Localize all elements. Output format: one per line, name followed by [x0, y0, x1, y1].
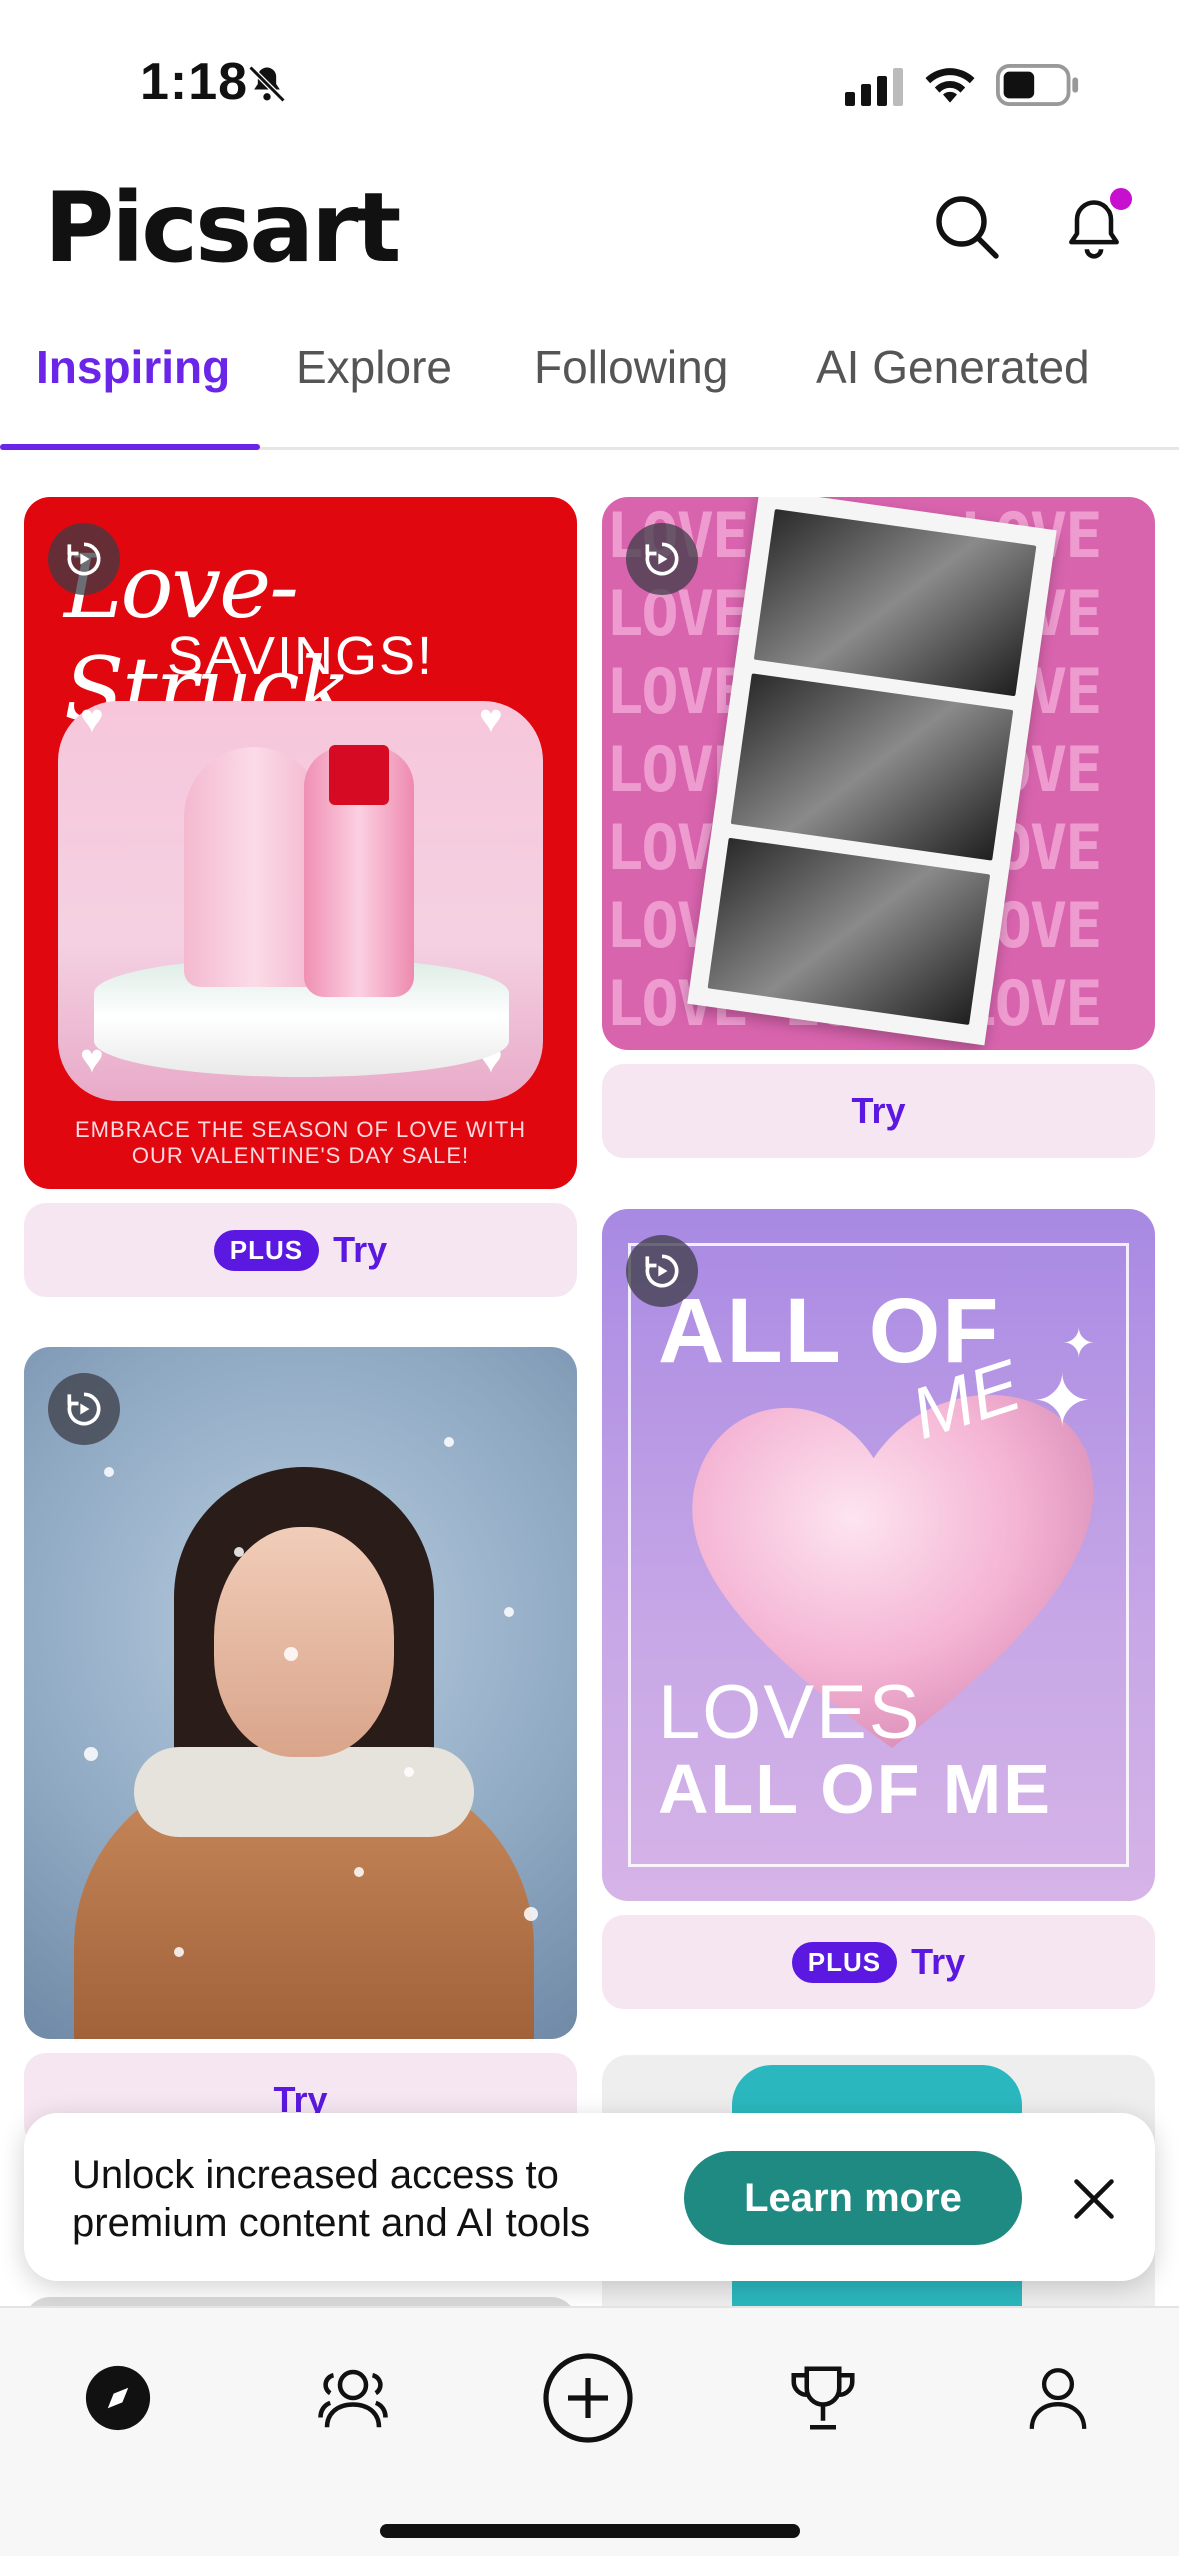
replay-icon[interactable] [48, 1373, 120, 1445]
people-icon [318, 2369, 388, 2428]
add-circle-icon [543, 2353, 633, 2443]
try-label: Try [333, 1229, 388, 1270]
replay-icon[interactable] [626, 523, 698, 595]
snowflake [234, 1547, 244, 1557]
app-header: Picsart [0, 150, 1179, 300]
profile-icon [1029, 2368, 1087, 2429]
bottle-cap-image [329, 745, 389, 805]
replay-icon[interactable] [48, 523, 120, 595]
photo-frame [707, 837, 991, 1026]
compass-icon [85, 2365, 151, 2431]
battery-icon [996, 64, 1079, 106]
tab-explore[interactable]: Explore [296, 340, 452, 394]
try-button[interactable]: PLUS Try [24, 1203, 577, 1297]
plus-badge: PLUS [791, 1941, 898, 1983]
trophy-icon [791, 2366, 855, 2430]
home-indicator [380, 2524, 800, 2538]
inspiration-feed[interactable]: Love-Struck SAVINGS! ♥ ♥ ♥ ♥ EMBRACE THE… [0, 497, 1179, 2307]
learn-more-button[interactable]: Learn more [684, 2151, 1022, 2245]
card-subtitle: SAVINGS! [166, 626, 435, 686]
portrait-collar [134, 1747, 474, 1837]
active-tab-indicator [0, 444, 260, 450]
snowflake [444, 1437, 454, 1447]
snowflake [404, 1767, 414, 1777]
snowflake [354, 1867, 364, 1877]
template-card-photobooth[interactable]: LOVE LOVE LOVE LOVE LOVE LOVE LOVE LOVE … [602, 497, 1155, 1050]
cellular-signal-icon [845, 68, 903, 106]
photo-frame [730, 673, 1014, 861]
nav-create[interactable] [540, 2350, 636, 2446]
feed-tabs: Inspiring Explore Following AI Generated [0, 330, 1179, 450]
bell-off-icon [248, 65, 286, 103]
plus-badge: PLUS [213, 1229, 320, 1271]
snowflake [174, 1947, 184, 1957]
notifications-button[interactable] [1060, 184, 1136, 264]
try-label: Try [851, 1090, 906, 1131]
snowflake [104, 1467, 114, 1477]
promo-text: Unlock increased access to premium conte… [72, 2153, 591, 2245]
card-footer-text: EMBRACE THE SEASON OF LOVE WITH OUR VALE… [74, 1117, 527, 1168]
status-time: 1:18 [140, 53, 249, 111]
template-card-all-of-me[interactable]: ALL OF ME ✦ ✦ LOVES ALL OF ME [602, 1209, 1155, 1901]
photo-frame [753, 508, 1037, 697]
search-icon[interactable] [930, 190, 1002, 262]
nav-discover[interactable] [70, 2350, 166, 2446]
template-card-love-struck[interactable]: Love-Struck SAVINGS! ♥ ♥ ♥ ♥ EMBRACE THE… [24, 497, 577, 1189]
snowflake [524, 1907, 538, 1921]
template-card-snow-portrait[interactable] [24, 1347, 577, 2039]
heart-icon: ♥ [80, 697, 104, 741]
try-button[interactable]: Try [602, 1064, 1155, 1158]
wifi-icon [925, 68, 975, 103]
nav-community[interactable] [305, 2350, 401, 2446]
premium-promo-banner: Unlock increased access to premium conte… [24, 2113, 1155, 2281]
tab-inspiring[interactable]: Inspiring [36, 340, 230, 394]
heart-icon: ♥ [479, 697, 503, 741]
card-text-loves: LOVES [658, 1670, 922, 1755]
snowflake [84, 1747, 98, 1761]
nav-profile[interactable] [1010, 2350, 1106, 2446]
perfume-bottle-image [184, 747, 324, 987]
picsart-logo[interactable]: Picsart [44, 172, 401, 284]
try-label: Try [911, 1941, 966, 1982]
tab-ai-generated[interactable]: AI Generated [816, 340, 1090, 394]
sparkle-icon: ✦ [1032, 1362, 1093, 1442]
card-text-all-of-me: ALL OF ME [658, 1750, 1052, 1828]
nav-challenges[interactable] [775, 2350, 871, 2446]
snowflake [504, 1607, 514, 1617]
notification-badge [1106, 184, 1136, 214]
tab-following[interactable]: Following [534, 340, 728, 394]
portrait-face [214, 1527, 394, 1757]
try-button[interactable]: PLUS Try [602, 1915, 1155, 2009]
snowflake [284, 1647, 298, 1661]
status-bar: 1:18 [0, 0, 1179, 150]
bottom-navigation [0, 2306, 1179, 2556]
close-icon[interactable] [1064, 2169, 1124, 2229]
replay-icon[interactable] [626, 1235, 698, 1307]
